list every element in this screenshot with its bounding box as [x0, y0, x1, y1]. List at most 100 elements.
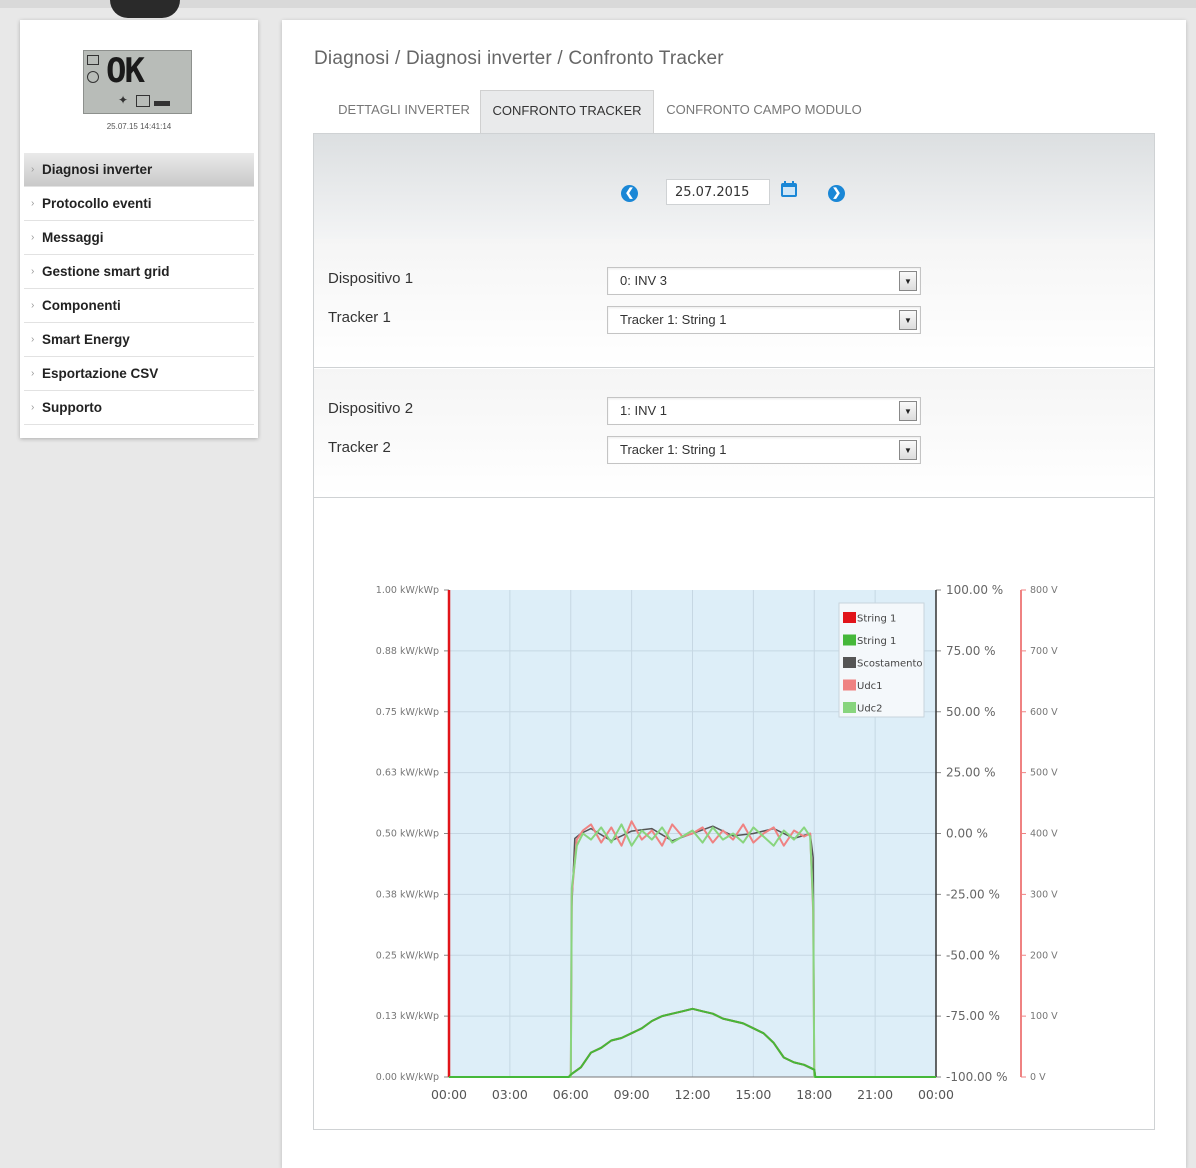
sidebar-item-smart-energy[interactable]: › Smart Energy [24, 323, 254, 357]
sidebar-item-componenti[interactable]: › Componenti [24, 289, 254, 323]
tab-dettagli-inverter[interactable]: DETTAGLI INVERTER [326, 90, 482, 134]
y-right-tick-label: 800 V [1030, 585, 1058, 596]
sidebar-item-esportazione-csv[interactable]: › Esportazione CSV [24, 357, 254, 391]
chevron-right-icon: › [31, 402, 35, 413]
sidebar-item-diagnosi-inverter[interactable]: › Diagnosi inverter [24, 153, 254, 187]
breadcrumb: Diagnosi / Diagnosi inverter / Confronto… [314, 48, 724, 69]
y-mid-tick-label: 0.00 % [946, 827, 988, 841]
device-1-select[interactable]: 0: INV 3 ▼ [607, 267, 921, 295]
sidebar-item-label: Esportazione CSV [42, 366, 159, 381]
legend-item-string-1-a-swatch [843, 612, 856, 623]
y-left-tick-label: 0.88 kW/kWp [376, 646, 439, 657]
y-right-tick-label: 300 V [1030, 889, 1058, 900]
tracker-1-value: Tracker 1: String 1 [620, 312, 727, 327]
x-tick-label: 06:00 [553, 1087, 589, 1102]
y-left-tick-label: 0.75 kW/kWp [376, 707, 439, 718]
dropdown-arrow-icon: ▼ [899, 440, 917, 460]
y-right-tick-label: 100 V [1030, 1011, 1058, 1022]
device-1-value: 0: INV 3 [620, 273, 667, 288]
sidebar-item-gestione-smart-grid[interactable]: › Gestione smart grid [24, 255, 254, 289]
sidebar-item-label: Gestione smart grid [42, 264, 170, 279]
dropdown-arrow-icon: ▼ [899, 310, 917, 330]
x-tick-label: 09:00 [614, 1087, 650, 1102]
y-right-tick-label: 700 V [1030, 646, 1058, 657]
next-day-button[interactable]: ❯ [828, 185, 845, 202]
sidebar-item-label: Componenti [42, 298, 121, 313]
chevron-right-icon: › [31, 232, 35, 243]
sidebar-item-label: Smart Energy [42, 332, 130, 347]
chevron-right-icon: › [31, 266, 35, 277]
legend-item-udc1-label: Udc1 [857, 681, 883, 692]
header-decoration [110, 0, 180, 18]
y-mid-tick-label: 75.00 % [946, 644, 996, 658]
device-2-label: Dispositivo 2 [328, 400, 414, 417]
tracker-2-label: Tracker 2 [328, 439, 391, 456]
tracker-1-label: Tracker 1 [328, 309, 391, 326]
y-right-tick-label: 200 V [1030, 950, 1058, 961]
y-mid-tick-label: -75.00 % [946, 1009, 1000, 1023]
y-right-tick-label: 400 V [1030, 829, 1058, 840]
main-content: Diagnosi / Diagnosi inverter / Confronto… [282, 20, 1186, 1168]
lcd-status-text: OK [106, 51, 145, 91]
legend-item-string-1-b-label: String 1 [857, 636, 896, 647]
dropdown-arrow-icon: ▼ [899, 401, 917, 421]
x-tick-label: 12:00 [674, 1087, 710, 1102]
legend-item-udc2-swatch [843, 702, 856, 713]
y-left-tick-label: 1.00 kW/kWp [376, 585, 439, 596]
legend-item-string-1-b-swatch [843, 634, 856, 646]
tracker-comparison-chart: 00:00 03:00 06:00 09:00 12:00 15:00 18:00 21:00… [376, 583, 1058, 1102]
y-mid-tick-label: 100.00 % [946, 583, 1003, 597]
device-2-select[interactable]: 1: INV 1 ▼ [607, 397, 921, 425]
date-input[interactable] [666, 179, 770, 205]
legend-item-udc2-label: Udc2 [857, 704, 883, 715]
device-1-label: Dispositivo 1 [328, 270, 414, 287]
sidebar-item-label: Supporto [42, 400, 102, 415]
y-mid-tick-label: 50.00 % [946, 705, 996, 719]
tracker-2-value: Tracker 1: String 1 [620, 442, 727, 457]
tracker-2-select[interactable]: Tracker 1: String 1 ▼ [607, 436, 921, 464]
lcd-datetime: 25.07.15 14:41:14 [106, 122, 172, 131]
tracker-1-select[interactable]: Tracker 1: String 1 ▼ [607, 306, 921, 334]
x-tick-label: 00:00 [918, 1087, 954, 1102]
chart-container: 00:00 03:00 06:00 09:00 12:00 15:00 18:00 21:00… [314, 497, 1154, 1129]
lcd-module-icon [87, 55, 99, 65]
tab-confronto-campo-modulo[interactable]: CONFRONTO CAMPO MODULO [656, 90, 872, 134]
lcd-sun-icon: ✦ [118, 93, 129, 107]
inverter-lcd-display: OK ✦ [83, 50, 192, 114]
x-tick-label: 18:00 [796, 1087, 832, 1102]
sidebar-menu: › Diagnosi inverter › Protocollo eventi › M… [24, 153, 254, 425]
y-left-tick-label: 0.13 kW/kWp [376, 1011, 439, 1022]
legend-item-udc1-swatch [843, 679, 856, 691]
y-right-tick-label: 600 V [1030, 707, 1058, 718]
chevron-right-icon: › [31, 164, 35, 175]
legend-item-scostamento-label: Scostamento [857, 659, 923, 670]
tab-confronto-tracker[interactable]: CONFRONTO TRACKER [480, 90, 654, 134]
sidebar-item-label: Messaggi [42, 230, 104, 245]
sidebar-item-supporto[interactable]: › Supporto [24, 391, 254, 425]
legend-item-string-1-a-label: String 1 [857, 614, 896, 625]
calendar-icon[interactable] [780, 180, 798, 198]
date-navigation-bar: ❮ ❯ [314, 134, 1154, 240]
y-right-tick-label: 0 V [1030, 1072, 1046, 1083]
x-tick-label: 00:00 [431, 1087, 467, 1102]
legend-item-scostamento-swatch [843, 657, 856, 668]
lcd-globe-icon [87, 71, 99, 83]
sidebar-item-label: Protocollo eventi [42, 196, 152, 211]
sidebar-item-messaggi[interactable]: › Messaggi [24, 221, 254, 255]
lcd-grid-icon [136, 95, 150, 107]
y-left-tick-label: 0.38 kW/kWp [376, 889, 439, 900]
previous-day-button[interactable]: ❮ [621, 185, 638, 202]
lcd-battery-icon [154, 101, 170, 106]
chevron-right-icon: › [31, 300, 35, 311]
x-tick-label: 03:00 [492, 1087, 528, 1102]
y-left-tick-label: 0.63 kW/kWp [376, 768, 439, 779]
y-left-tick-label: 0.00 kW/kWp [376, 1072, 439, 1083]
sidebar-item-protocollo-eventi[interactable]: › Protocollo eventi [24, 187, 254, 221]
y-left-tick-label: 0.25 kW/kWp [376, 950, 439, 961]
device-2-value: 1: INV 1 [620, 403, 667, 418]
sidebar-item-label: Diagnosi inverter [42, 162, 153, 177]
y-mid-tick-label: -25.00 % [946, 887, 1000, 901]
device-1-group: Dispositivo 1 0: INV 3 ▼ Tracker 1 Track… [314, 239, 1154, 368]
y-mid-tick-label: 25.00 % [946, 766, 996, 780]
dropdown-arrow-icon: ▼ [899, 271, 917, 291]
